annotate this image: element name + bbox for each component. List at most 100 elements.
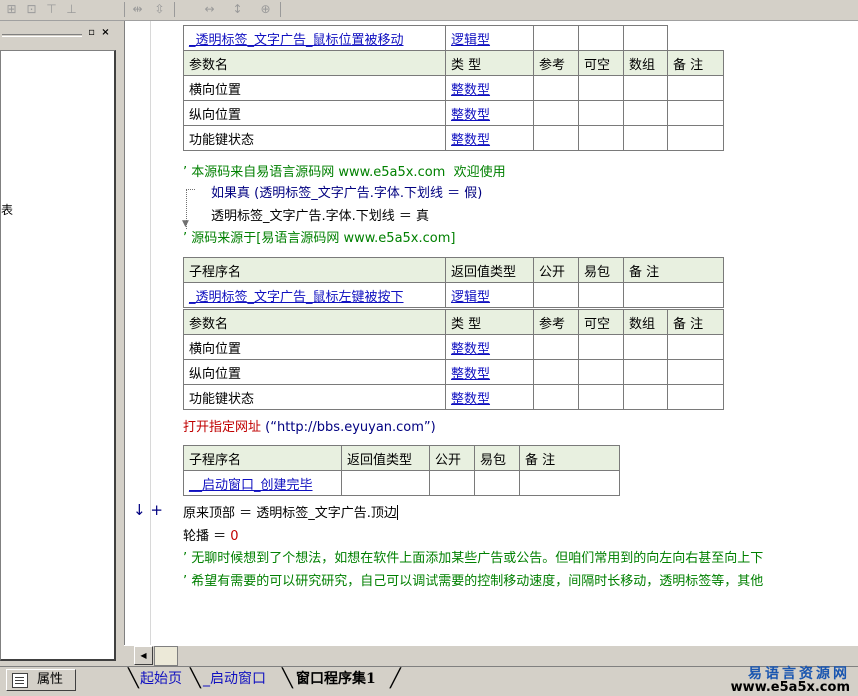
param-type[interactable]: 整数型 (445, 359, 534, 385)
sub-header-pack: 易包 (474, 445, 520, 471)
cell-empty[interactable] (578, 125, 624, 151)
tab-start-page[interactable]: 起始页 (140, 668, 182, 690)
pane-text-fragment: 表 (1, 203, 14, 217)
cell-empty[interactable] (578, 384, 624, 410)
param-name[interactable]: 功能键状态 (183, 125, 446, 151)
cell-empty[interactable] (667, 75, 724, 101)
toolbar-separator (280, 2, 281, 17)
v-space-icon[interactable]: ↕ (228, 1, 247, 18)
scroll-left-icon[interactable]: ◀ (134, 646, 153, 665)
align-top-icon[interactable]: ⊤ (42, 1, 61, 18)
code-line[interactable]: 轮播 ＝ 0 (183, 525, 239, 544)
cell-empty (533, 25, 579, 51)
code-comment[interactable]: ’ 希望有需要的可以研究研究，自己可以调试需要的控制移动速度，间隔时长移动，透明… (183, 570, 763, 589)
cell-empty[interactable] (519, 470, 620, 496)
param-header-name: 参数名 (183, 309, 446, 335)
code-comment[interactable]: ’ 源码来源于[易语言源码网 www.e5a5x.com] (183, 227, 455, 246)
cell-empty[interactable] (667, 334, 724, 360)
pane-content[interactable]: 表 (0, 50, 116, 661)
param-type[interactable]: 整数型 (445, 334, 534, 360)
cell-empty[interactable] (623, 282, 724, 308)
cell-empty[interactable] (578, 282, 624, 308)
sub-header-return: 返回值类型 (341, 445, 430, 471)
param-header-array: 数组 (623, 50, 668, 76)
sub-header-name: 子程序名 (183, 445, 342, 471)
param-header-nullable: 可空 (578, 50, 624, 76)
restore-icon[interactable]: ▫ (86, 27, 97, 38)
code-comment[interactable]: ’ 本源码来自易语言源码网 www.e5a5x.com 欢迎使用 (183, 161, 506, 180)
close-icon[interactable]: × (100, 27, 111, 38)
code-comment[interactable]: ’ 无聊时候想到了个想法，如想在软件上面添加某些广告或公告。但咱们常用到的向左向… (183, 547, 763, 566)
cell-empty[interactable] (623, 334, 668, 360)
cell-empty[interactable] (623, 75, 668, 101)
cell-empty[interactable] (623, 100, 668, 126)
return-type[interactable]: 逻辑型 (445, 282, 534, 308)
cell-empty[interactable] (578, 75, 624, 101)
cell-empty[interactable] (623, 384, 668, 410)
code-assignment[interactable]: 透明标签_文字广告.字体.下划线 ＝ 真 (211, 205, 429, 224)
param-row: 横向位置 整数型 (183, 75, 724, 101)
sub-header-note: 备 注 (623, 257, 724, 283)
left-dock-pane: ▫ × 表 (0, 22, 121, 666)
code-var: 轮播 ＝ (183, 529, 231, 544)
param-type[interactable]: 整数型 (445, 384, 534, 410)
subroutine-name[interactable]: _透明标签_文字广告_鼠标左键被按下 (183, 282, 446, 308)
cell-empty[interactable] (429, 470, 475, 496)
cell-empty[interactable] (533, 75, 579, 101)
code-editor[interactable]: _透明标签_文字广告_鼠标位置被移动 逻辑型 参数名 类 型 参考 可空 数组 … (124, 21, 858, 645)
cell-empty[interactable] (623, 125, 668, 151)
param-name[interactable]: 功能键状态 (183, 384, 446, 410)
param-type[interactable]: 整数型 (445, 100, 534, 126)
scroll-track[interactable] (154, 646, 178, 666)
h-space-icon[interactable]: ↔ (200, 1, 219, 18)
align-left-icon[interactable]: ⊞ (2, 1, 21, 18)
cell-empty[interactable] (667, 359, 724, 385)
tab-window-assembly[interactable]: 窗口程序集1 (296, 668, 376, 690)
param-name[interactable]: 纵向位置 (183, 100, 446, 126)
cell-empty[interactable] (533, 100, 579, 126)
cell-empty[interactable] (474, 470, 520, 496)
cell-empty[interactable] (667, 125, 724, 151)
cell-empty[interactable] (578, 359, 624, 385)
align-middle-icon[interactable]: ⊥ (62, 1, 81, 18)
center-icon[interactable]: ⊕ (256, 1, 275, 18)
param-row: 纵向位置 整数型 (183, 100, 724, 126)
param-type[interactable]: 整数型 (445, 75, 534, 101)
param-row: 功能键状态 整数型 (183, 125, 724, 151)
tab-divider: ╲ (190, 668, 201, 689)
cell-empty[interactable] (667, 100, 724, 126)
sub-header-pack: 易包 (578, 257, 624, 283)
cell-empty[interactable] (533, 384, 579, 410)
cell-empty[interactable] (533, 359, 579, 385)
code-line-current[interactable]: 原来顶部 ＝ 透明标签_文字广告.顶边 (183, 502, 398, 521)
sub-header-public: 公开 (429, 445, 475, 471)
cell-empty (623, 25, 668, 51)
cell-empty[interactable] (533, 334, 579, 360)
subroutine-name[interactable]: __启动窗口_创建完毕 (183, 470, 342, 496)
cell-empty[interactable] (341, 470, 430, 496)
param-type[interactable]: 整数型 (445, 125, 534, 151)
same-height-icon[interactable]: ⇳ (150, 1, 169, 18)
subroutine-name[interactable]: _透明标签_文字广告_鼠标位置被移动 (183, 25, 446, 51)
param-name[interactable]: 横向位置 (183, 334, 446, 360)
cell-empty[interactable] (623, 359, 668, 385)
param-name[interactable]: 横向位置 (183, 75, 446, 101)
code-open-url[interactable]: 打开指定网址 (“http://bbs.eyuyan.com”) (183, 416, 436, 435)
code-if-statement[interactable]: 如果真 (透明标签_文字广告.字体.下划线 ＝ 假) (211, 182, 482, 201)
cell-empty[interactable] (533, 282, 579, 308)
properties-label: 属性 (37, 672, 64, 687)
same-width-icon[interactable]: ⇹ (128, 1, 147, 18)
cell-empty[interactable] (533, 125, 579, 151)
properties-button[interactable]: 属性 (6, 669, 76, 691)
line-markers[interactable]: ↓ + (133, 501, 163, 519)
horizontal-scrollbar[interactable]: ◀ (124, 645, 858, 666)
align-center-icon[interactable]: ⊡ (22, 1, 41, 18)
cell-empty[interactable] (578, 334, 624, 360)
param-name[interactable]: 纵向位置 (183, 359, 446, 385)
param-header-array: 数组 (623, 309, 668, 335)
grip-line (2, 34, 82, 35)
return-type[interactable]: 逻辑型 (445, 25, 534, 51)
cell-empty[interactable] (667, 384, 724, 410)
cell-empty[interactable] (578, 100, 624, 126)
tab-startup-window[interactable]: _启动窗口 (203, 668, 266, 690)
